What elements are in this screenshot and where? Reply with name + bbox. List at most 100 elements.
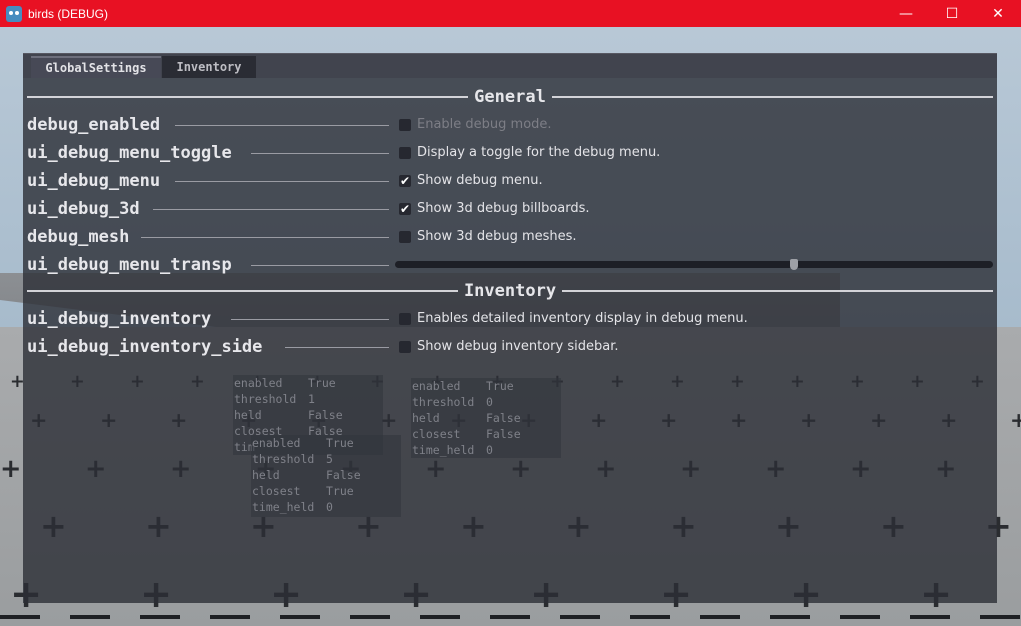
- floor-edge-mark: [910, 615, 950, 619]
- setting-row-ui-debug-menu-transp: ui_debug_menu_transp: [27, 253, 993, 277]
- billboard-key: held: [252, 468, 280, 482]
- floor-edge-mark: [70, 615, 110, 619]
- floor-edge-mark: [770, 615, 810, 619]
- billboard-key: threshold: [412, 395, 475, 409]
- floor-edge-mark: [210, 615, 250, 619]
- floor-edge-mark: [840, 615, 880, 619]
- billboard-row: threshold 5: [251, 451, 401, 467]
- section-title: General: [474, 87, 546, 107]
- billboard-row: time_held 0: [411, 442, 561, 458]
- slider-handle[interactable]: [790, 259, 798, 270]
- section-header-general: General: [27, 87, 993, 107]
- leader-line: [175, 125, 389, 126]
- setting-description: Show 3d debug billboards.: [417, 201, 590, 216]
- tab-bar: GlobalSettings Inventory: [23, 53, 997, 78]
- godot-app-icon: [6, 5, 22, 22]
- billboard-row: closest True: [251, 483, 401, 499]
- billboard-row: threshold 1: [233, 391, 383, 407]
- billboard-key: held: [234, 408, 262, 422]
- setting-row-ui-debug-menu-toggle: ui_debug_menu_toggle Display a toggle fo…: [27, 141, 993, 165]
- leader-line: [231, 319, 389, 320]
- billboard-value: False: [486, 411, 521, 425]
- billboard-value: 0: [326, 500, 333, 514]
- setting-row-debug-enabled: debug_enabled Enable debug mode.: [27, 113, 993, 137]
- billboard-value: False: [326, 468, 361, 482]
- tab-globalsettings[interactable]: GlobalSettings: [31, 56, 161, 78]
- billboard-row: held False: [233, 407, 383, 423]
- floor-edge-mark: [0, 615, 40, 619]
- floor-edge-mark: [280, 615, 320, 619]
- title-bar: birds (DEBUG) — ☐ ✕: [0, 0, 1021, 27]
- setting-name: ui_debug_3d: [27, 199, 140, 219]
- checkbox[interactable]: ✔: [399, 175, 411, 187]
- leader-line: [285, 347, 389, 348]
- checkbox[interactable]: [399, 119, 411, 131]
- window-controls: — ☐ ✕: [883, 0, 1021, 27]
- billboard-key: closest: [252, 484, 301, 498]
- floor-edge-mark: [630, 615, 670, 619]
- billboard-row: time_held 0: [251, 499, 401, 515]
- billboard-value: False: [308, 408, 343, 422]
- section-title: Inventory: [463, 281, 557, 301]
- billboard-key: enabled: [234, 376, 283, 390]
- floor-edge-mark: [490, 615, 530, 619]
- billboard-value: 5: [326, 452, 333, 466]
- setting-name: ui_debug_menu_toggle: [27, 143, 232, 163]
- inventory-debug-billboard: enabled True threshold 0 held False closest…: [411, 378, 561, 458]
- billboard-value: False: [486, 427, 521, 441]
- billboard-row: held False: [251, 467, 401, 483]
- leader-line: [251, 265, 389, 266]
- divider: [551, 96, 993, 98]
- checkbox[interactable]: [399, 313, 411, 325]
- setting-description: Show debug menu.: [417, 173, 543, 188]
- floor-edge-mark: [700, 615, 740, 619]
- divider: [27, 290, 458, 292]
- divider: [27, 96, 469, 98]
- billboard-value: True: [486, 379, 514, 393]
- setting-name: debug_mesh: [27, 227, 130, 247]
- setting-description: Show debug inventory sidebar.: [417, 339, 619, 354]
- setting-description: Enable debug mode.: [417, 117, 552, 132]
- billboard-row: held False: [411, 410, 561, 426]
- billboard-value: 0: [486, 443, 493, 457]
- floor-edge-mark: [560, 615, 600, 619]
- billboard-value: True: [326, 484, 354, 498]
- setting-row-ui-debug-3d: ui_debug_3d ✔ Show 3d debug billboards.: [27, 197, 993, 221]
- checkbox[interactable]: [399, 231, 411, 243]
- billboard-row: closest False: [411, 426, 561, 442]
- floor-edge-mark: [420, 615, 460, 619]
- checkbox[interactable]: ✔: [399, 203, 411, 215]
- setting-name: ui_debug_menu_transp: [27, 255, 232, 275]
- minimize-button[interactable]: —: [883, 0, 929, 27]
- leader-line: [251, 153, 389, 154]
- billboard-key: time_held: [412, 443, 475, 457]
- floor-edge-mark: [140, 615, 180, 619]
- billboard-key: enabled: [412, 379, 461, 393]
- section-header-inventory: Inventory: [27, 281, 993, 301]
- tab-inventory[interactable]: Inventory: [162, 56, 256, 78]
- setting-row-ui-debug-inventory: ui_debug_inventory Enables detailed inve…: [27, 307, 993, 331]
- billboard-key: closest: [412, 427, 461, 441]
- setting-name: ui_debug_menu: [27, 171, 161, 191]
- inventory-debug-billboard: enabled True threshold 5 held False closest…: [251, 435, 401, 517]
- billboard-row: threshold 0: [411, 394, 561, 410]
- transparency-slider[interactable]: [395, 259, 993, 270]
- checkbox[interactable]: [399, 341, 411, 353]
- billboard-row: enabled True: [251, 435, 401, 451]
- divider: [562, 290, 993, 292]
- billboard-key: threshold: [252, 452, 315, 466]
- debug-menu-panel: GlobalSettings Inventory General debug_e…: [23, 53, 997, 603]
- billboard-row: enabled True: [411, 378, 561, 394]
- setting-description: Display a toggle for the debug menu.: [417, 145, 661, 160]
- checkbox[interactable]: [399, 147, 411, 159]
- setting-row-debug-mesh: debug_mesh Show 3d debug meshes.: [27, 225, 993, 249]
- maximize-button[interactable]: ☐: [929, 0, 975, 27]
- setting-row-ui-debug-inventory-side: ui_debug_inventory_side Show debug inven…: [27, 335, 993, 359]
- billboard-value: True: [308, 376, 336, 390]
- leader-line: [141, 237, 389, 238]
- setting-name: ui_debug_inventory: [27, 309, 212, 329]
- setting-name: ui_debug_inventory_side: [27, 337, 263, 357]
- billboard-key: enabled: [252, 436, 301, 450]
- billboard-key: time_held: [252, 500, 315, 514]
- close-button[interactable]: ✕: [975, 0, 1021, 27]
